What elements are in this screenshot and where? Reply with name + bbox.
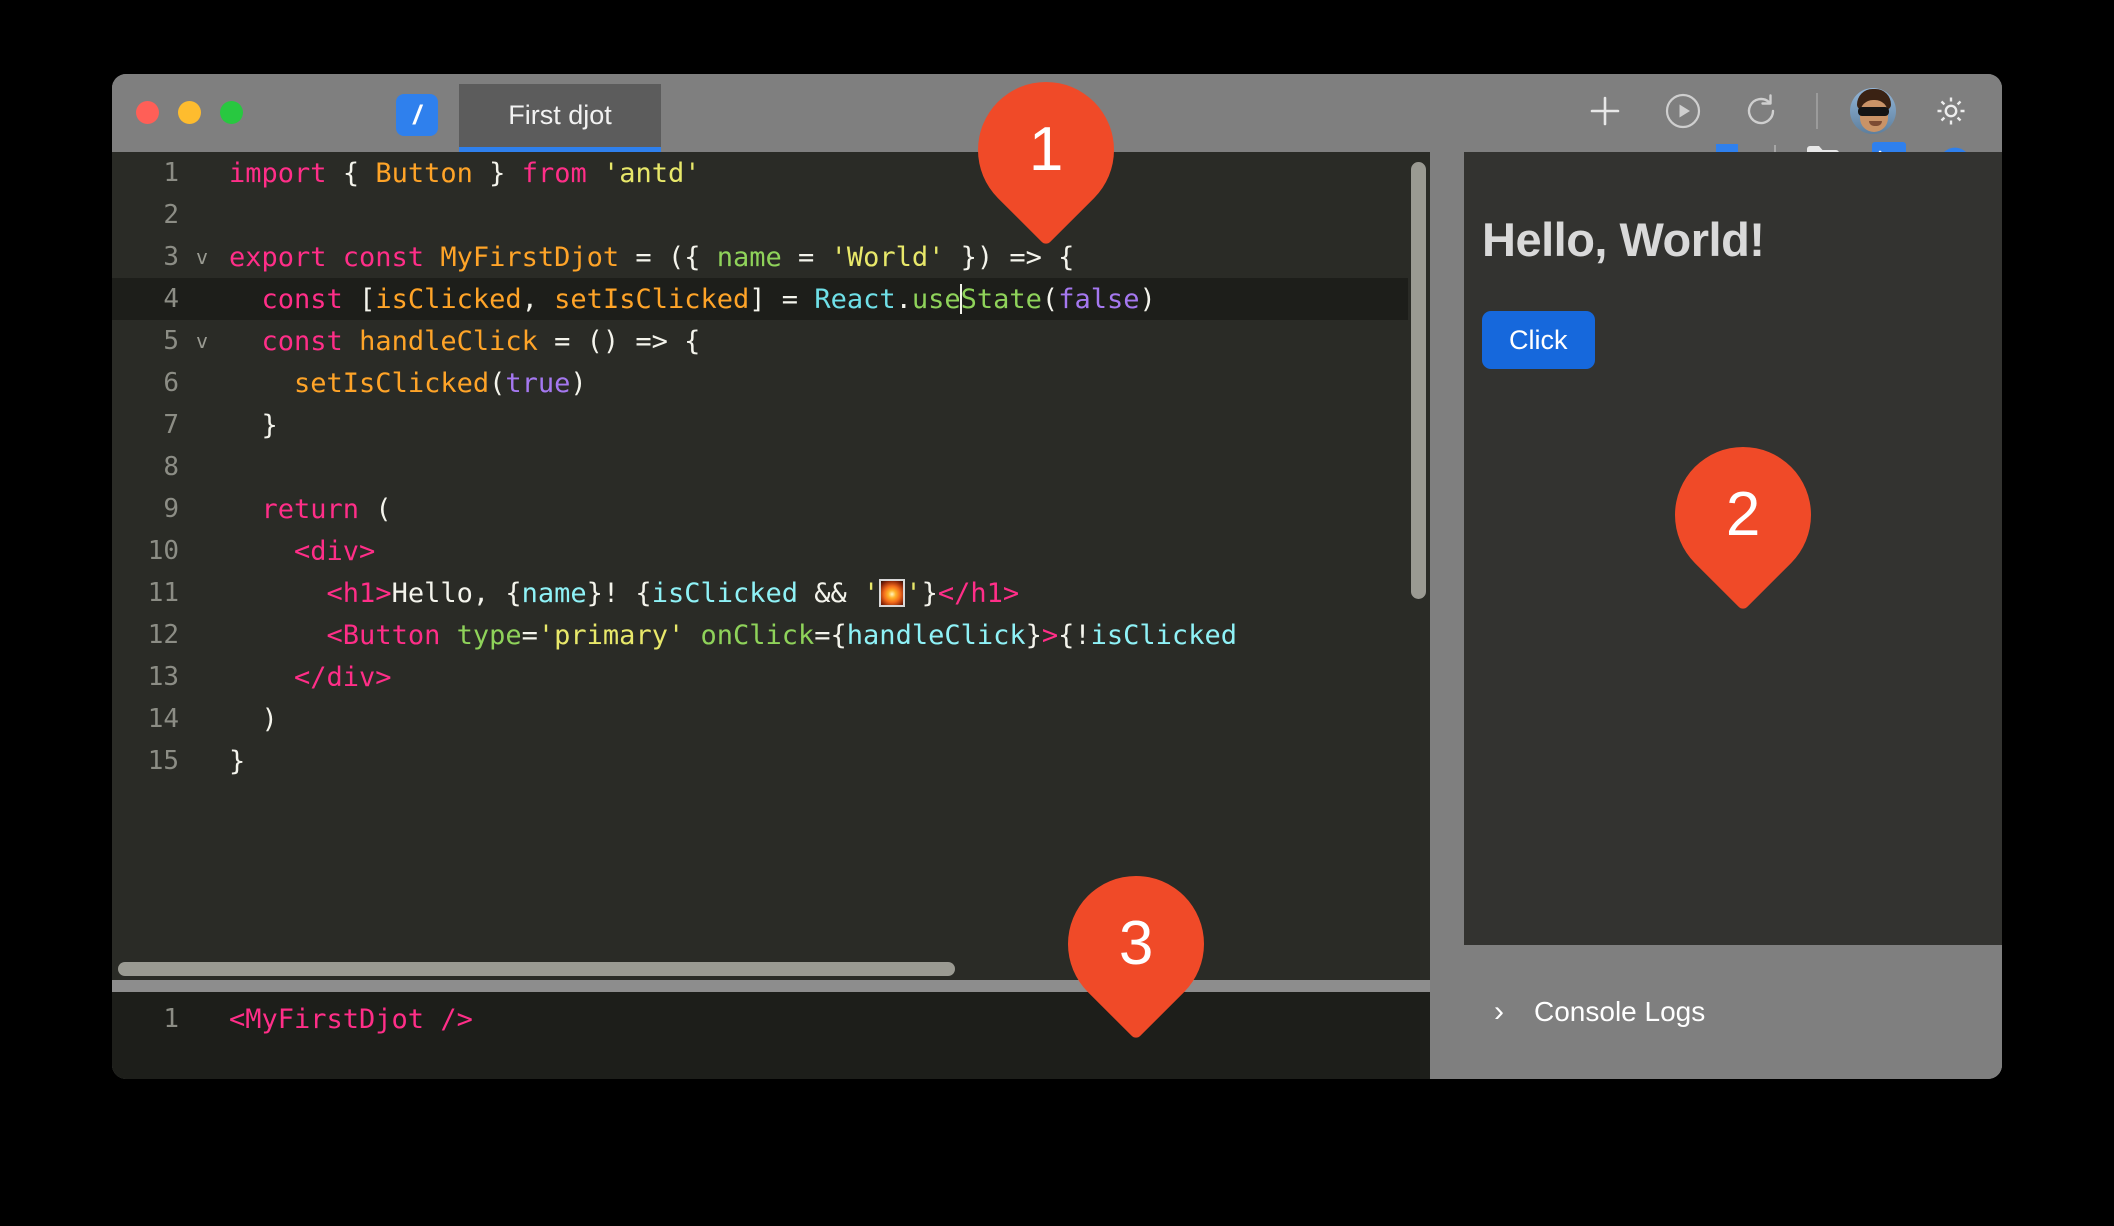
code-line[interactable]: 1 <MyFirstDjot /> <box>112 992 1430 1046</box>
line-number: 7 <box>163 410 179 440</box>
editor-pane-divider[interactable] <box>112 980 1430 992</box>
fold-toggle[interactable]: v <box>187 245 217 269</box>
line-number: 2 <box>163 200 179 230</box>
line-number: 1 <box>163 1004 179 1034</box>
editor-horizontal-scrollbar[interactable] <box>112 958 1430 980</box>
code-text: <h1>Hello, {name}! {isClicked && ' '}</h1… <box>326 577 1020 609</box>
code-text: } <box>229 745 246 777</box>
code-line[interactable]: 2 <box>112 194 1430 236</box>
maximize-window-button[interactable] <box>220 101 243 124</box>
code-line[interactable]: 1 import { Button } from 'antd' <box>112 152 1430 194</box>
line-number: 12 <box>147 620 179 650</box>
code-line[interactable]: 6 setIsClicked(true) <box>112 362 1430 404</box>
preview-heading: Hello, World! <box>1482 213 1765 266</box>
annotation-marker-3-label: 3 <box>1118 909 1154 979</box>
line-number: 3 <box>163 242 179 272</box>
chevron-right-icon: › <box>1494 995 1504 1028</box>
editor-vertical-scrollbar-thumb[interactable] <box>1411 162 1426 599</box>
column-divider[interactable] <box>1430 152 1446 1079</box>
line-number: 9 <box>163 494 179 524</box>
code-line[interactable]: 15 } <box>112 740 1430 782</box>
annotation-marker-2-label: 2 <box>1725 480 1761 550</box>
code-line[interactable]: 3 v export const MyFirstDjot = ({ name =… <box>112 236 1430 278</box>
line-number: 4 <box>163 284 179 314</box>
line-number: 5 <box>163 326 179 356</box>
code-line-active[interactable]: 4 const [isClicked, setIsClicked] = Reac… <box>112 278 1430 320</box>
minimize-window-button[interactable] <box>178 101 201 124</box>
line-number: 10 <box>147 536 179 566</box>
code-line[interactable]: 13 </div> <box>112 656 1430 698</box>
editor-vertical-scrollbar[interactable] <box>1408 152 1430 958</box>
code-text: export const MyFirstDjot = ({ name = 'Wo… <box>229 241 1075 273</box>
line-number: 11 <box>147 578 179 608</box>
preview-column: Hello, World! Click › Console Logs <box>1446 152 2002 1079</box>
line-number: 6 <box>163 368 179 398</box>
window-body: 1 import { Button } from 'antd' 2 3 v ex… <box>112 152 2002 1079</box>
console-logs-label: Console Logs <box>1534 996 1706 1027</box>
line-number: 15 <box>147 746 179 776</box>
editor-horizontal-scrollbar-thumb[interactable] <box>118 962 955 976</box>
code-line[interactable]: 7 } <box>112 404 1430 446</box>
avatar[interactable] <box>1850 88 1896 134</box>
avatar-face <box>1860 100 1888 132</box>
console-logs-toggle[interactable]: › Console Logs <box>1464 945 2002 1079</box>
code-line[interactable]: 9 return ( <box>112 488 1430 530</box>
code-text: import { Button } from 'antd' <box>229 157 701 189</box>
screenshot-root: / First djot 1 import {Button} from 'a… <box>0 0 2114 1226</box>
code-line[interactable]: 8 <box>112 446 1430 488</box>
bottom-editor[interactable]: 1 <MyFirstDjot /> <box>112 992 1430 1079</box>
code-editor[interactable]: 1 import { Button } from 'antd' 2 3 v ex… <box>112 152 1430 958</box>
code-line[interactable]: 12 <Button type='primary' onClick={handl… <box>112 614 1430 656</box>
tab-first-djot[interactable]: First djot <box>459 84 661 152</box>
app-logo-icon: / <box>396 94 438 136</box>
close-window-button[interactable] <box>136 101 159 124</box>
fireworks-emoji-icon <box>879 578 906 607</box>
toolbar-divider <box>1816 93 1818 129</box>
editor-column: 1 import { Button } from 'antd' 2 3 v ex… <box>112 152 1430 1079</box>
code-text: return ( <box>261 493 392 525</box>
code-text: <MyFirstDjot /> <box>229 1003 473 1035</box>
annotation-marker-1-label: 1 <box>1028 115 1064 185</box>
tab-label: First djot <box>508 100 612 130</box>
refresh-icon[interactable] <box>1738 88 1784 134</box>
line-number: 8 <box>163 452 179 482</box>
fold-toggle[interactable]: v <box>187 329 217 353</box>
code-text: </div> <box>294 661 392 693</box>
line-number: 13 <box>147 662 179 692</box>
line-number: 14 <box>147 704 179 734</box>
code-line[interactable]: 14 ) <box>112 698 1430 740</box>
code-text: ) <box>261 703 278 735</box>
traffic-lights <box>136 101 243 124</box>
code-text: <div> <box>294 535 376 567</box>
code-line[interactable]: 10 <div> <box>112 530 1430 572</box>
click-button[interactable]: Click <box>1482 311 1595 369</box>
code-line[interactable]: 5 v const handleClick = () => { <box>112 320 1430 362</box>
code-line[interactable]: 11 <h1>Hello, {name}! {isClicked && ' '}<… <box>112 572 1430 614</box>
line-number: 1 <box>163 158 179 188</box>
code-text: } <box>261 409 278 441</box>
code-text: const [isClicked, setIsClicked] = React.… <box>261 283 1156 315</box>
play-circle-icon[interactable] <box>1660 88 1706 134</box>
avatar-shades <box>1858 107 1889 116</box>
code-text: <Button type='primary' onClick={handleCl… <box>326 619 1237 651</box>
plus-icon[interactable] <box>1582 88 1628 134</box>
toolbar-primary <box>1582 88 1974 134</box>
code-text: const handleClick = () => { <box>261 325 701 357</box>
code-text: setIsClicked(true) <box>294 367 587 399</box>
gear-icon[interactable] <box>1928 88 1974 134</box>
